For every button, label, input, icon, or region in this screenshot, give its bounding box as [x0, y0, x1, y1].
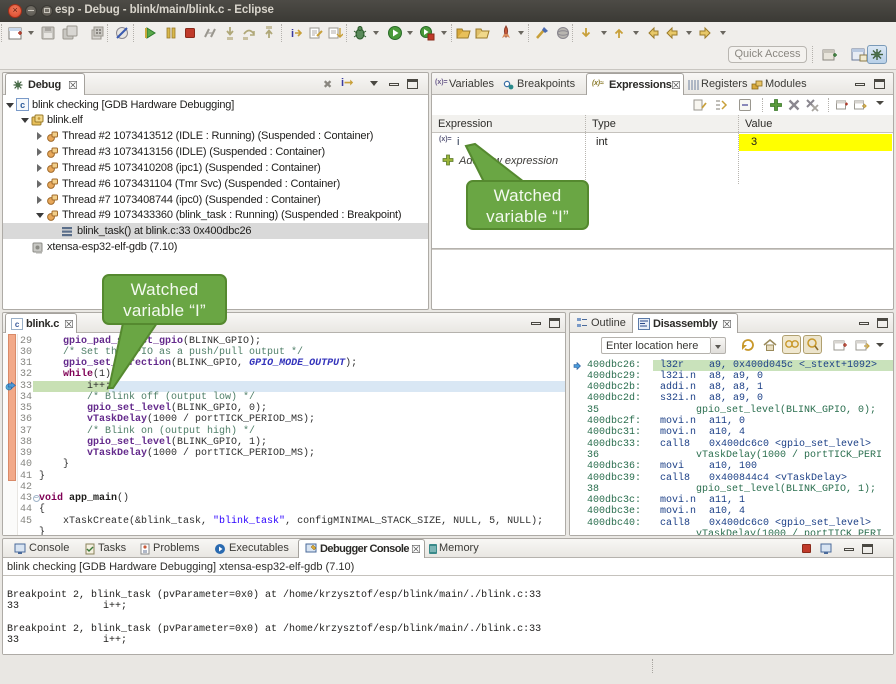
svg-text:i: i: [291, 28, 294, 40]
svg-text:c: c: [20, 100, 25, 110]
